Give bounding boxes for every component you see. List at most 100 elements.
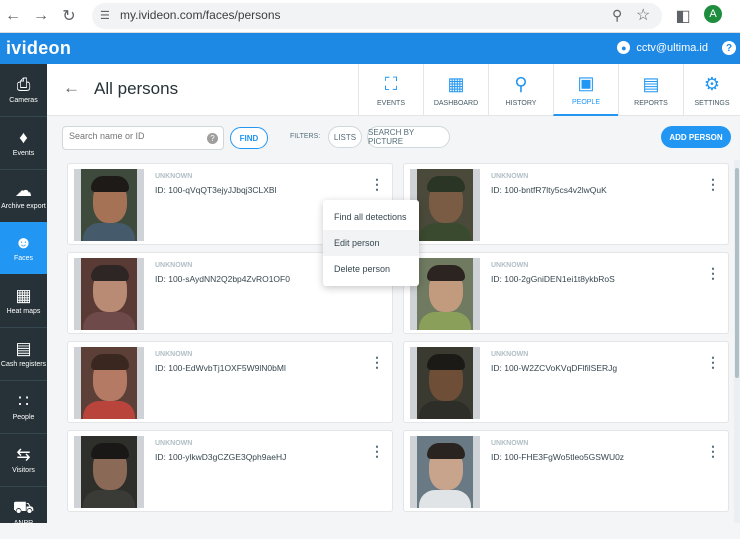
back-arrow-icon[interactable]: ←	[63, 78, 80, 98]
sidebar-item-label: Archive export	[1, 203, 46, 210]
person-photo[interactable]	[410, 436, 480, 508]
tab-events[interactable]: ⛶ EVENTS	[358, 64, 423, 116]
profile-avatar[interactable]: A	[704, 5, 722, 23]
forward-icon[interactable]: →	[30, 5, 52, 27]
add-person-button[interactable]: ADD PERSON	[661, 126, 731, 148]
car-icon: ⛟	[12, 498, 35, 517]
person-id: ID: 100-qVqQT3ejyJJbqj3CLXBl	[155, 185, 277, 195]
search-icon: ⚲	[514, 73, 528, 94]
help-icon[interactable]: ?	[722, 41, 736, 55]
photo-frame	[81, 347, 137, 419]
photo-hair	[427, 354, 465, 370]
search-box: ?	[62, 126, 224, 150]
photo-shoulders	[83, 223, 135, 241]
sidebar-item-events[interactable]: ♦ Events	[0, 117, 47, 169]
more-options-icon[interactable]: ⋮	[370, 354, 384, 370]
tab-settings[interactable]: ⚙ SETTINGS	[683, 64, 740, 116]
url-text: my.ivideon.com/faces/persons	[120, 8, 281, 22]
user-menu[interactable]: ● cctv@ultima.id	[617, 41, 708, 54]
sidebar-item-label: Heat maps	[6, 308, 41, 315]
tab-reports[interactable]: ▤ REPORTS	[618, 64, 683, 116]
photo-hair	[427, 443, 465, 459]
person-id: ID: 100-sAydNN2Q2bp4ZvRO1OF0	[155, 274, 290, 284]
more-options-icon[interactable]: ⋮	[370, 176, 384, 192]
delete-person-menu-item[interactable]: Delete person	[323, 256, 419, 282]
photo-hair	[427, 265, 465, 281]
more-options-icon[interactable]: ⋮	[706, 443, 720, 459]
person-status: UNKNOWN	[155, 440, 193, 447]
more-options-icon[interactable]: ⋮	[706, 265, 720, 281]
gear-icon: ⚙	[703, 73, 721, 94]
page-title: All persons	[94, 79, 179, 98]
tab-label: EVENTS	[376, 99, 405, 107]
tab-label: HISTORY	[505, 99, 537, 107]
person-card[interactable]: UNKNOWN ID: 100-2gGniDEN1ei1t8ykbRoS ⋮	[403, 252, 729, 334]
camera-icon: ⎙	[16, 75, 31, 94]
bookmark-star-icon[interactable]: ☆	[636, 5, 650, 25]
find-all-detections-menu-item[interactable]: Find all detections	[323, 204, 419, 230]
person-status: UNKNOWN	[155, 351, 193, 358]
person-photo[interactable]	[410, 258, 480, 330]
person-card[interactable]: UNKNOWN ID: 100-bntfR7lty5cs4v2lwQuK ⋮	[403, 163, 729, 245]
back-icon[interactable]: ←	[2, 5, 24, 27]
person-status: UNKNOWN	[491, 173, 529, 180]
reload-icon[interactable]: ↻	[58, 5, 80, 27]
person-photo[interactable]	[74, 347, 144, 419]
sidebar-item-faces[interactable]: ☻ Faces	[0, 222, 47, 274]
find-button[interactable]: FIND	[230, 127, 268, 149]
person-card[interactable]: UNKNOWN ID: 100-ylkwD3gCZGE3Qph9aeHJ ⋮	[67, 430, 393, 512]
more-options-icon[interactable]: ⋮	[706, 176, 720, 192]
sidebar-item-visitors[interactable]: ⇆ Visitors	[0, 434, 47, 486]
bell-icon: ♦	[19, 128, 28, 147]
more-options-icon[interactable]: ⋮	[706, 354, 720, 370]
browser-toolbar: ← → ↻ ☰ my.ivideon.com/faces/persons ⚲ ☆…	[0, 0, 740, 33]
person-photo[interactable]	[74, 436, 144, 508]
person-context-menu: Find all detections Edit person Delete p…	[323, 200, 419, 286]
photo-hair	[91, 354, 129, 370]
photo-hair	[427, 176, 465, 192]
face-scan-icon: ☻	[14, 233, 33, 252]
tab-people[interactable]: ▣ PEOPLE	[553, 64, 618, 116]
help-icon[interactable]: ?	[207, 133, 218, 144]
sidebar-item-cash-registers[interactable]: ▤ Cash registers	[0, 328, 47, 380]
side-panel-icon[interactable]: ◧	[672, 5, 694, 27]
sidebar-item-people[interactable]: ∷ People	[0, 381, 47, 433]
sidebar-item-anpr[interactable]: ⛟ ANPR	[0, 487, 47, 539]
tab-history[interactable]: ⚲ HISTORY	[488, 64, 553, 116]
tab-label: SETTINGS	[694, 99, 730, 107]
person-photo[interactable]	[74, 258, 144, 330]
search-input[interactable]	[69, 131, 199, 141]
dashboard-icon: ▦	[447, 73, 465, 94]
tab-label: PEOPLE	[571, 98, 600, 106]
person-photo[interactable]	[74, 169, 144, 241]
person-photo[interactable]	[410, 347, 480, 419]
person-card[interactable]: UNKNOWN ID: 100-FHE3FgWo5tleo5GSWU0z ⋮	[403, 430, 729, 512]
sidebar-item-archive-export[interactable]: ☁ Archive export	[0, 170, 47, 222]
address-bar[interactable]: ☰ my.ivideon.com/faces/persons ⚲ ☆	[92, 3, 662, 29]
photo-shoulders	[419, 312, 471, 330]
search-by-picture-button[interactable]: SEARCH BY PICTURE	[367, 126, 450, 148]
lists-filter-button[interactable]: LISTS	[328, 126, 362, 148]
more-options-icon[interactable]: ⋮	[370, 443, 384, 459]
face-scan-icon: ⛶	[384, 73, 398, 94]
photo-frame	[81, 258, 137, 330]
photo-frame	[417, 436, 473, 508]
sidebar-item-heat-maps[interactable]: ▦ Heat maps	[0, 275, 47, 327]
people-grid-icon: ∷	[18, 392, 29, 411]
photo-frame	[81, 169, 137, 241]
scrollbar-thumb[interactable]	[735, 168, 739, 378]
person-card[interactable]: UNKNOWN ID: 100-EdWvbTj1OXF5W9lN0bMl ⋮	[67, 341, 393, 423]
photo-shoulders	[419, 401, 471, 419]
brand-logo[interactable]: ivideon	[6, 38, 71, 59]
edit-person-menu-item[interactable]: Edit person	[323, 230, 419, 256]
tab-dashboard[interactable]: ▦ DASHBOARD	[423, 64, 488, 116]
person-photo[interactable]	[410, 169, 480, 241]
person-card[interactable]: UNKNOWN ID: 100-W2ZCVoKVqDFlfilSERJg ⋮	[403, 341, 729, 423]
sidebar-item-cameras[interactable]: ⎙ Cameras	[0, 64, 47, 116]
person-id: ID: 100-EdWvbTj1OXF5W9lN0bMl	[155, 363, 286, 373]
photo-shoulders	[83, 312, 135, 330]
photo-frame	[417, 169, 473, 241]
site-settings-icon[interactable]: ☰	[100, 9, 110, 22]
zoom-icon[interactable]: ⚲	[612, 7, 622, 24]
person-status: UNKNOWN	[155, 262, 193, 269]
